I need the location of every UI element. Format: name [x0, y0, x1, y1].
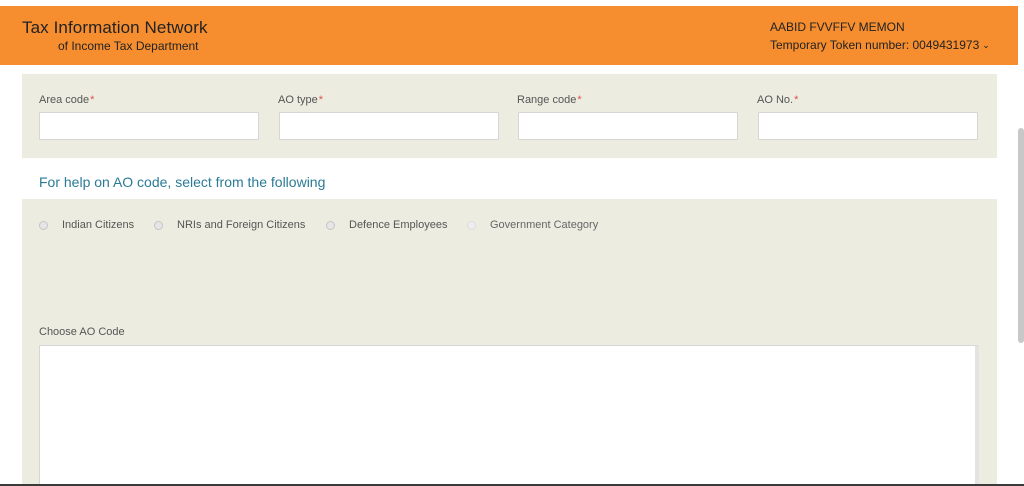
- radio-defence-employees[interactable]: Defence Employees: [326, 217, 447, 233]
- radio-label: Government Category: [490, 219, 599, 231]
- radio-government-category[interactable]: Government Category: [467, 217, 598, 233]
- user-name: AABID FVVFFV MEMON: [770, 20, 905, 34]
- range-code-label: Range code*: [517, 94, 582, 106]
- token-label: Temporary Token number: 0049431973: [770, 38, 980, 52]
- radio-nris-foreign-citizens[interactable]: NRIs and Foreign Citizens: [154, 217, 305, 233]
- ao-help-panel: Indian Citizens NRIs and Foreign Citizen…: [22, 199, 997, 486]
- ao-code-list[interactable]: [39, 345, 979, 486]
- ao-type-label: AO type*: [278, 94, 324, 106]
- chevron-down-icon: ⌄: [982, 40, 990, 50]
- radio-icon: [326, 220, 335, 230]
- token-dropdown[interactable]: Temporary Token number: 0049431973 ⌄: [770, 38, 990, 52]
- ao-type-input[interactable]: [279, 112, 499, 140]
- ao-no-label: AO No.*: [757, 94, 799, 106]
- choose-ao-code-label: Choose AO Code: [39, 326, 125, 338]
- area-code-input[interactable]: [39, 112, 259, 140]
- radio-indian-citizens[interactable]: Indian Citizens: [39, 217, 134, 233]
- radio-icon: [467, 220, 476, 230]
- brand-title: Tax Information Network: [22, 18, 208, 37]
- radio-label: NRIs and Foreign Citizens: [177, 219, 306, 231]
- ao-code-panel: Area code* AO type* Range code* AO No.*: [22, 74, 997, 158]
- range-code-input[interactable]: [518, 112, 738, 140]
- help-heading: For help on AO code, select from the fol…: [39, 174, 326, 190]
- brand-subtitle: of Income Tax Department: [58, 39, 199, 53]
- site-header: Tax Information Network of Income Tax De…: [0, 6, 1018, 65]
- radio-icon: [39, 220, 48, 230]
- page-scrollbar[interactable]: [1018, 128, 1024, 343]
- area-code-label: Area code*: [39, 94, 95, 106]
- radio-icon: [154, 220, 163, 230]
- ao-no-input[interactable]: [758, 112, 978, 140]
- radio-label: Defence Employees: [349, 219, 448, 231]
- radio-label: Indian Citizens: [62, 219, 135, 231]
